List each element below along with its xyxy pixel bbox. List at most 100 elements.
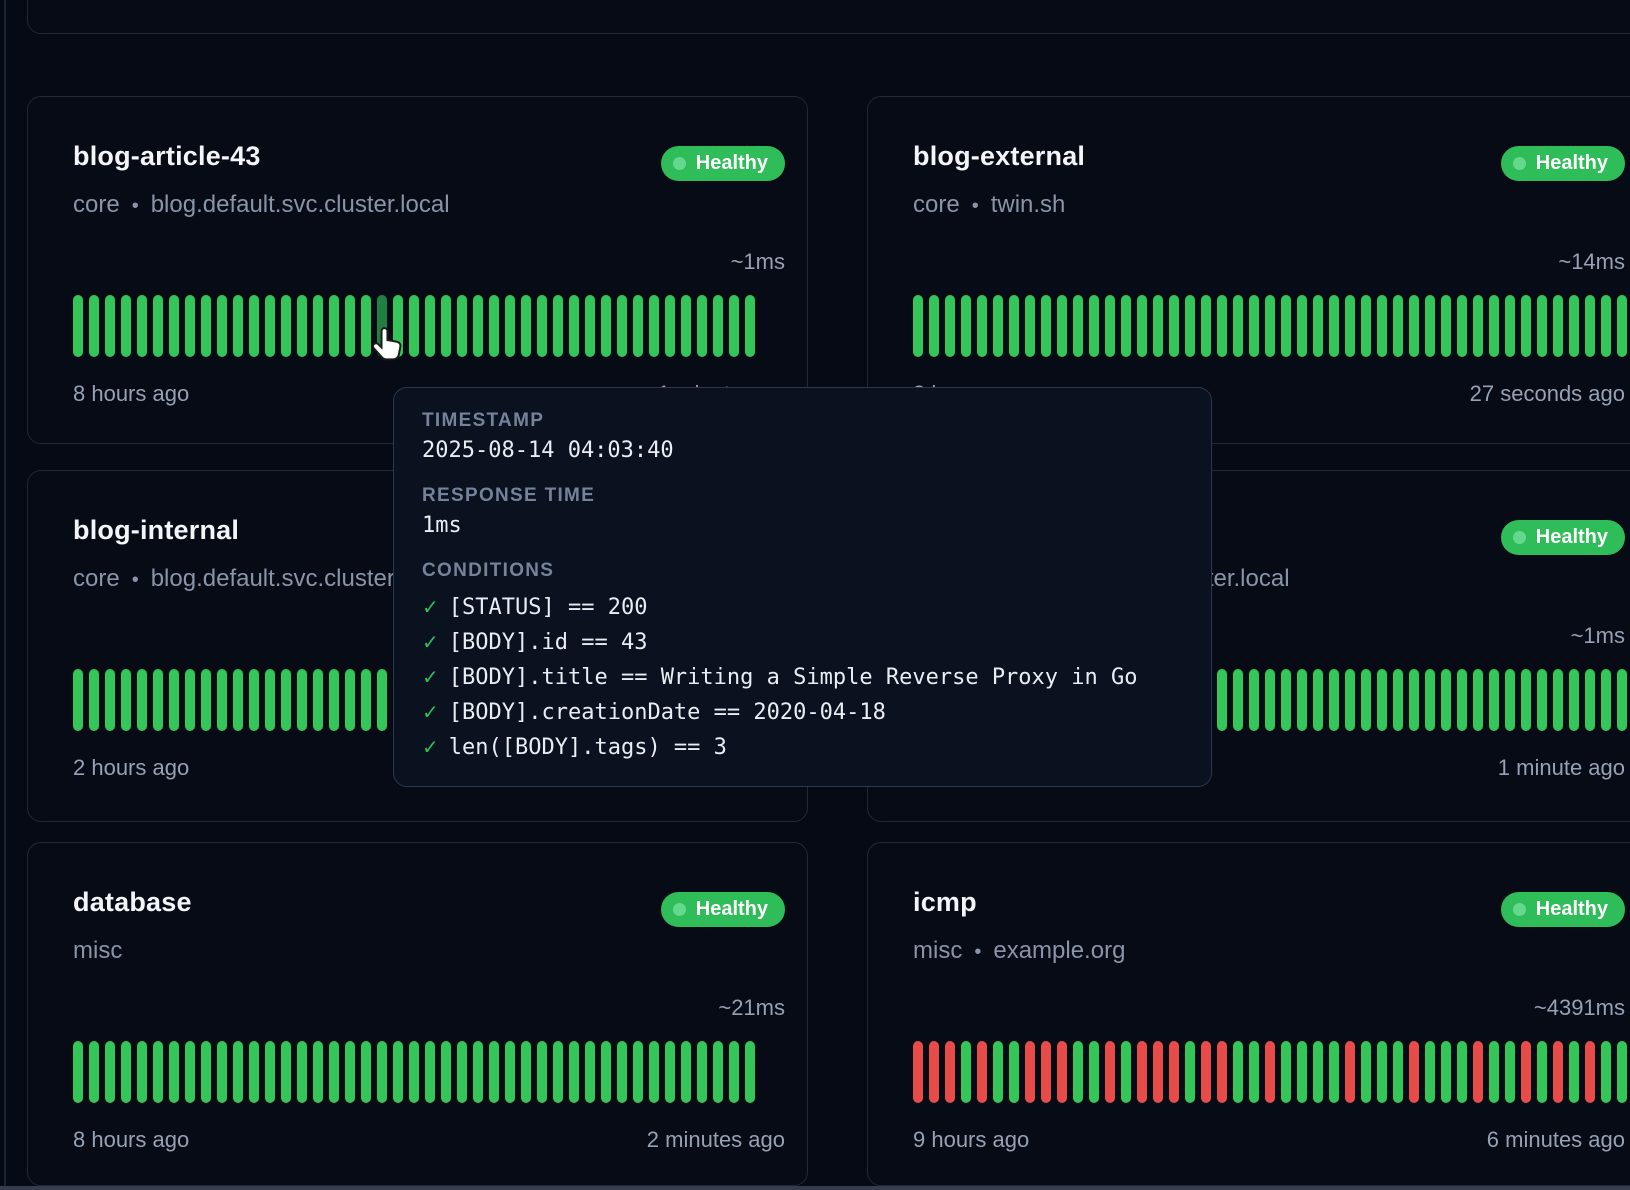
- history-bar[interactable]: [977, 295, 987, 357]
- history-bar[interactable]: [1057, 1041, 1067, 1103]
- history-bar[interactable]: [1217, 669, 1227, 731]
- history-bar[interactable]: [745, 295, 755, 357]
- history-bar[interactable]: [169, 1041, 179, 1103]
- history-bar[interactable]: [993, 295, 1003, 357]
- history-bar[interactable]: [537, 1041, 547, 1103]
- history-bar[interactable]: [1249, 295, 1259, 357]
- history-bar[interactable]: [105, 295, 115, 357]
- history-bar[interactable]: [153, 295, 163, 357]
- history-bar[interactable]: [345, 295, 355, 357]
- history-bar[interactable]: [1105, 295, 1115, 357]
- history-bar[interactable]: [977, 1041, 987, 1103]
- history-bar[interactable]: [1345, 669, 1355, 731]
- history-bar[interactable]: [585, 1041, 595, 1103]
- history-bar[interactable]: [1441, 295, 1451, 357]
- history-bar[interactable]: [1233, 669, 1243, 731]
- history-bar[interactable]: [1521, 295, 1531, 357]
- history-bar[interactable]: [1121, 295, 1131, 357]
- history-bar[interactable]: [1361, 295, 1371, 357]
- history-bar[interactable]: [697, 295, 707, 357]
- history-bar[interactable]: [1329, 669, 1339, 731]
- history-bar[interactable]: [1041, 295, 1051, 357]
- history-bar[interactable]: [409, 1041, 419, 1103]
- history-bar[interactable]: [913, 295, 923, 357]
- history-bar[interactable]: [1313, 1041, 1323, 1103]
- history-bar[interactable]: [1329, 1041, 1339, 1103]
- history-bar[interactable]: [1297, 669, 1307, 731]
- history-bar[interactable]: [1521, 1041, 1531, 1103]
- history-bar[interactable]: [169, 295, 179, 357]
- history-bar[interactable]: [1425, 295, 1435, 357]
- history-bar[interactable]: [73, 295, 83, 357]
- history-bar[interactable]: [601, 295, 611, 357]
- history-bar[interactable]: [313, 295, 323, 357]
- history-bar[interactable]: [1025, 1041, 1035, 1103]
- history-bar[interactable]: [489, 295, 499, 357]
- history-bar[interactable]: [681, 1041, 691, 1103]
- history-bar[interactable]: [73, 669, 83, 731]
- history-bar[interactable]: [729, 295, 739, 357]
- history-bar[interactable]: [1105, 1041, 1115, 1103]
- history-bar[interactable]: [345, 1041, 355, 1103]
- history-bar[interactable]: [1009, 1041, 1019, 1103]
- history-bar[interactable]: [617, 1041, 627, 1103]
- history-bar[interactable]: [1505, 295, 1515, 357]
- history-bar[interactable]: [1249, 669, 1259, 731]
- history-bar[interactable]: [249, 669, 259, 731]
- history-bar[interactable]: [1073, 1041, 1083, 1103]
- history-bar[interactable]: [1281, 295, 1291, 357]
- history-bar[interactable]: [1473, 295, 1483, 357]
- history-bar[interactable]: [425, 295, 435, 357]
- history-bar[interactable]: [281, 295, 291, 357]
- history-bar[interactable]: [377, 295, 387, 357]
- history-bar[interactable]: [1313, 295, 1323, 357]
- history-bar[interactable]: [1201, 295, 1211, 357]
- history-bar[interactable]: [697, 1041, 707, 1103]
- history-bar[interactable]: [1489, 669, 1499, 731]
- history-bar[interactable]: [1425, 1041, 1435, 1103]
- history-bar[interactable]: [281, 669, 291, 731]
- history-bar[interactable]: [1441, 669, 1451, 731]
- history-bar[interactable]: [329, 1041, 339, 1103]
- history-bar[interactable]: [233, 1041, 243, 1103]
- history-bar[interactable]: [1089, 1041, 1099, 1103]
- history-bar[interactable]: [1345, 295, 1355, 357]
- history-bar[interactable]: [1617, 295, 1627, 357]
- history-bar[interactable]: [1265, 295, 1275, 357]
- history-bar[interactable]: [745, 1041, 755, 1103]
- history-bar[interactable]: [553, 295, 563, 357]
- history-bar[interactable]: [1409, 669, 1419, 731]
- history-bar[interactable]: [945, 295, 955, 357]
- history-bar[interactable]: [1265, 1041, 1275, 1103]
- history-bar[interactable]: [297, 669, 307, 731]
- history-bar[interactable]: [601, 1041, 611, 1103]
- history-bar[interactable]: [361, 669, 371, 731]
- history-bar[interactable]: [409, 295, 419, 357]
- history-bar[interactable]: [1057, 295, 1067, 357]
- history-bar[interactable]: [665, 1041, 675, 1103]
- history-bar[interactable]: [89, 295, 99, 357]
- history-bar[interactable]: [617, 295, 627, 357]
- history-bar[interactable]: [713, 295, 723, 357]
- history-bar[interactable]: [473, 1041, 483, 1103]
- history-bar[interactable]: [1297, 1041, 1307, 1103]
- history-bar[interactable]: [169, 669, 179, 731]
- history-bar[interactable]: [1569, 1041, 1579, 1103]
- history-bar[interactable]: [1393, 1041, 1403, 1103]
- history-bar[interactable]: [1137, 1041, 1147, 1103]
- history-bar[interactable]: [961, 295, 971, 357]
- history-bar[interactable]: [201, 1041, 211, 1103]
- history-bar[interactable]: [569, 1041, 579, 1103]
- history-bar[interactable]: [1009, 295, 1019, 357]
- history-bar[interactable]: [153, 1041, 163, 1103]
- history-bar[interactable]: [1089, 295, 1099, 357]
- history-bar[interactable]: [1425, 669, 1435, 731]
- history-bar[interactable]: [1281, 1041, 1291, 1103]
- history-bar[interactable]: [1617, 669, 1627, 731]
- history-bar[interactable]: [1505, 1041, 1515, 1103]
- history-bar[interactable]: [569, 295, 579, 357]
- history-bar[interactable]: [185, 1041, 195, 1103]
- history-bar[interactable]: [1521, 669, 1531, 731]
- history-bar[interactable]: [457, 1041, 467, 1103]
- history-bar[interactable]: [1537, 1041, 1547, 1103]
